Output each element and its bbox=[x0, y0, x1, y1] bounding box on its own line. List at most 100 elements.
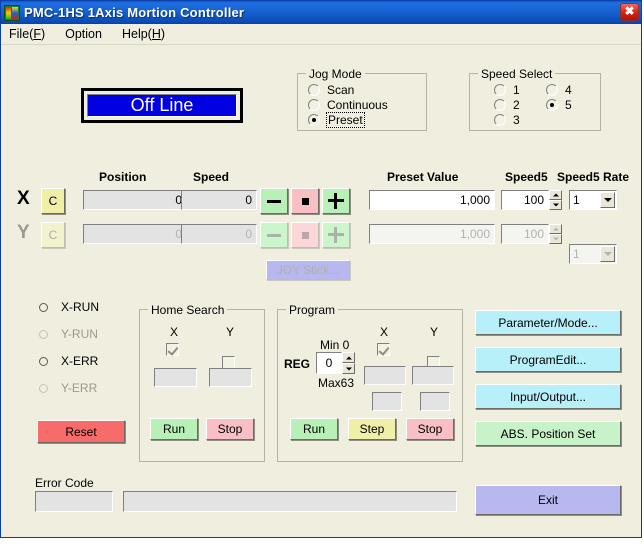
exit-button-label: Exit bbox=[537, 493, 558, 507]
chevron-down-icon-x[interactable] bbox=[600, 192, 615, 208]
jog-mode-option-scan[interactable]: Scan bbox=[308, 83, 354, 97]
home-search-value-x[interactable] bbox=[154, 368, 197, 387]
speed-select-option-3[interactable]: 3 bbox=[494, 113, 520, 127]
jog-mode-option-continuous[interactable]: Continuous bbox=[308, 98, 388, 112]
menu-item-help[interactable]: Help(H) bbox=[122, 27, 165, 41]
minus-icon-y bbox=[267, 233, 281, 237]
spinner-down-icon-y bbox=[549, 234, 562, 244]
program-run-button[interactable]: Run bbox=[290, 418, 338, 440]
jog-mode-title: Jog Mode bbox=[306, 67, 365, 81]
speed-field-x[interactable]: 0 bbox=[181, 190, 257, 210]
speed-select-label-5: 5 bbox=[565, 98, 572, 112]
clear-button-x[interactable]: C bbox=[41, 188, 65, 214]
speed-select-label-1: 1 bbox=[513, 83, 520, 97]
title-bar: PMC-1HS 1Axis Mortion Controller ✖ bbox=[1, 1, 641, 24]
led-icon-y-err bbox=[39, 383, 48, 393]
radio-icon-preset bbox=[308, 114, 320, 126]
axis-label-x: X bbox=[17, 188, 30, 209]
program-title: Program bbox=[286, 303, 339, 317]
app-icon bbox=[4, 4, 20, 21]
jog-plus-button-x[interactable] bbox=[322, 188, 350, 214]
preset-value-field-x[interactable]: 1,000 bbox=[369, 190, 495, 210]
spinner-up-icon-x[interactable] bbox=[549, 190, 562, 200]
menu-option-pre: Option bbox=[65, 27, 102, 41]
program-edit-button[interactable]: ProgramEdit... bbox=[475, 347, 621, 372]
program-reg-spinner[interactable] bbox=[342, 352, 355, 374]
radio-icon-speed-1 bbox=[494, 84, 506, 96]
speed-select-label-2: 2 bbox=[513, 98, 520, 112]
clear-button-y-label: C bbox=[48, 228, 58, 242]
exit-button[interactable]: Exit bbox=[475, 485, 621, 515]
indicator-label-y-err: Y-ERR bbox=[61, 381, 98, 395]
program-value-x1[interactable] bbox=[364, 366, 406, 385]
minus-icon-x bbox=[267, 199, 281, 203]
speed-select-group: Speed Select 1 2 3 4 5 bbox=[469, 67, 601, 131]
abs-position-set-button[interactable]: ABS. Position Set bbox=[475, 421, 621, 446]
indicator-y-err: Y-ERR bbox=[39, 381, 97, 395]
menu-item-file[interactable]: File(F) bbox=[9, 27, 45, 41]
parameter-mode-button[interactable]: Parameter/Mode... bbox=[475, 310, 621, 335]
program-value-y2[interactable] bbox=[420, 392, 450, 411]
program-stop-button[interactable]: Stop bbox=[406, 418, 454, 440]
position-field-x[interactable]: 0 bbox=[83, 190, 187, 210]
radio-icon-continuous bbox=[308, 99, 320, 111]
speed5-rate-combo-x[interactable]: 1 bbox=[569, 190, 617, 210]
home-search-group: Home Search X Y Run Stop bbox=[139, 303, 265, 462]
program-spinner-down-icon[interactable] bbox=[342, 363, 355, 374]
home-search-run-label: Run bbox=[162, 422, 185, 436]
program-step-label: Step bbox=[359, 422, 385, 436]
program-stop-label: Stop bbox=[417, 422, 443, 436]
position-field-y: 0 bbox=[83, 224, 187, 244]
jog-stop-button-y bbox=[291, 222, 319, 248]
radio-icon-speed-3 bbox=[494, 114, 506, 126]
indicator-label-y-run: Y-RUN bbox=[61, 327, 98, 341]
indicator-x-run: X-RUN bbox=[39, 300, 99, 314]
menu-help-mnemonic: H bbox=[151, 27, 161, 41]
menu-item-option[interactable]: Option bbox=[65, 27, 102, 41]
error-code-label: Error Code bbox=[35, 476, 94, 490]
radio-icon-speed-2 bbox=[494, 99, 506, 111]
speed5-rate-value-y: 1 bbox=[573, 247, 580, 261]
home-search-stop-label: Stop bbox=[217, 422, 243, 436]
program-value-x2[interactable] bbox=[372, 392, 402, 411]
jog-stop-button-x[interactable] bbox=[291, 188, 319, 214]
speed5-spinner-y bbox=[549, 224, 562, 244]
program-col-y: Y bbox=[430, 325, 439, 339]
home-search-title: Home Search bbox=[148, 303, 228, 317]
close-icon[interactable]: ✖ bbox=[620, 3, 639, 21]
jog-minus-button-x[interactable] bbox=[260, 188, 288, 214]
speed-select-option-5[interactable]: 5 bbox=[546, 98, 572, 112]
header-position: Position bbox=[99, 170, 147, 184]
menu-help-pre: Help( bbox=[121, 27, 152, 41]
reset-button[interactable]: Reset bbox=[37, 420, 125, 443]
menu-bar: File(F) Option Help(H) bbox=[1, 24, 641, 45]
program-reg-field[interactable]: 0 bbox=[316, 352, 342, 374]
spinner-down-icon-x[interactable] bbox=[549, 200, 562, 210]
program-checkbox-x[interactable] bbox=[377, 343, 390, 356]
reset-button-label: Reset bbox=[65, 424, 97, 439]
led-icon-y-run bbox=[39, 329, 48, 339]
program-step-button[interactable]: Step bbox=[348, 418, 396, 440]
online-status-frame: Off Line bbox=[81, 88, 243, 123]
speed-select-label-4: 4 bbox=[565, 83, 572, 97]
plus-icon-y bbox=[328, 227, 344, 243]
input-output-button[interactable]: Input/Output... bbox=[475, 384, 621, 409]
menu-file-pre: File( bbox=[9, 27, 34, 41]
speed-select-option-2[interactable]: 2 bbox=[494, 98, 520, 112]
speed5-field-x[interactable]: 100 bbox=[501, 190, 549, 210]
chevron-down-icon-y bbox=[600, 246, 615, 262]
speed-select-option-4[interactable]: 4 bbox=[546, 83, 572, 97]
program-min-label: Min 0 bbox=[320, 338, 350, 352]
speed5-rate-combo-y: 1 bbox=[569, 244, 617, 264]
home-search-run-button[interactable]: Run bbox=[150, 418, 198, 440]
home-search-value-y[interactable] bbox=[209, 368, 252, 387]
jog-mode-option-preset[interactable]: Preset bbox=[308, 112, 365, 128]
home-search-checkbox-x[interactable] bbox=[166, 343, 179, 356]
speed5-spinner-x[interactable] bbox=[549, 190, 562, 210]
home-search-stop-button[interactable]: Stop bbox=[206, 418, 254, 440]
jog-mode-label-continuous: Continuous bbox=[327, 98, 388, 112]
speed-select-option-1[interactable]: 1 bbox=[494, 83, 520, 97]
program-value-y1[interactable] bbox=[412, 366, 454, 385]
program-spinner-up-icon[interactable] bbox=[342, 352, 355, 363]
led-icon-x-err bbox=[39, 356, 48, 366]
